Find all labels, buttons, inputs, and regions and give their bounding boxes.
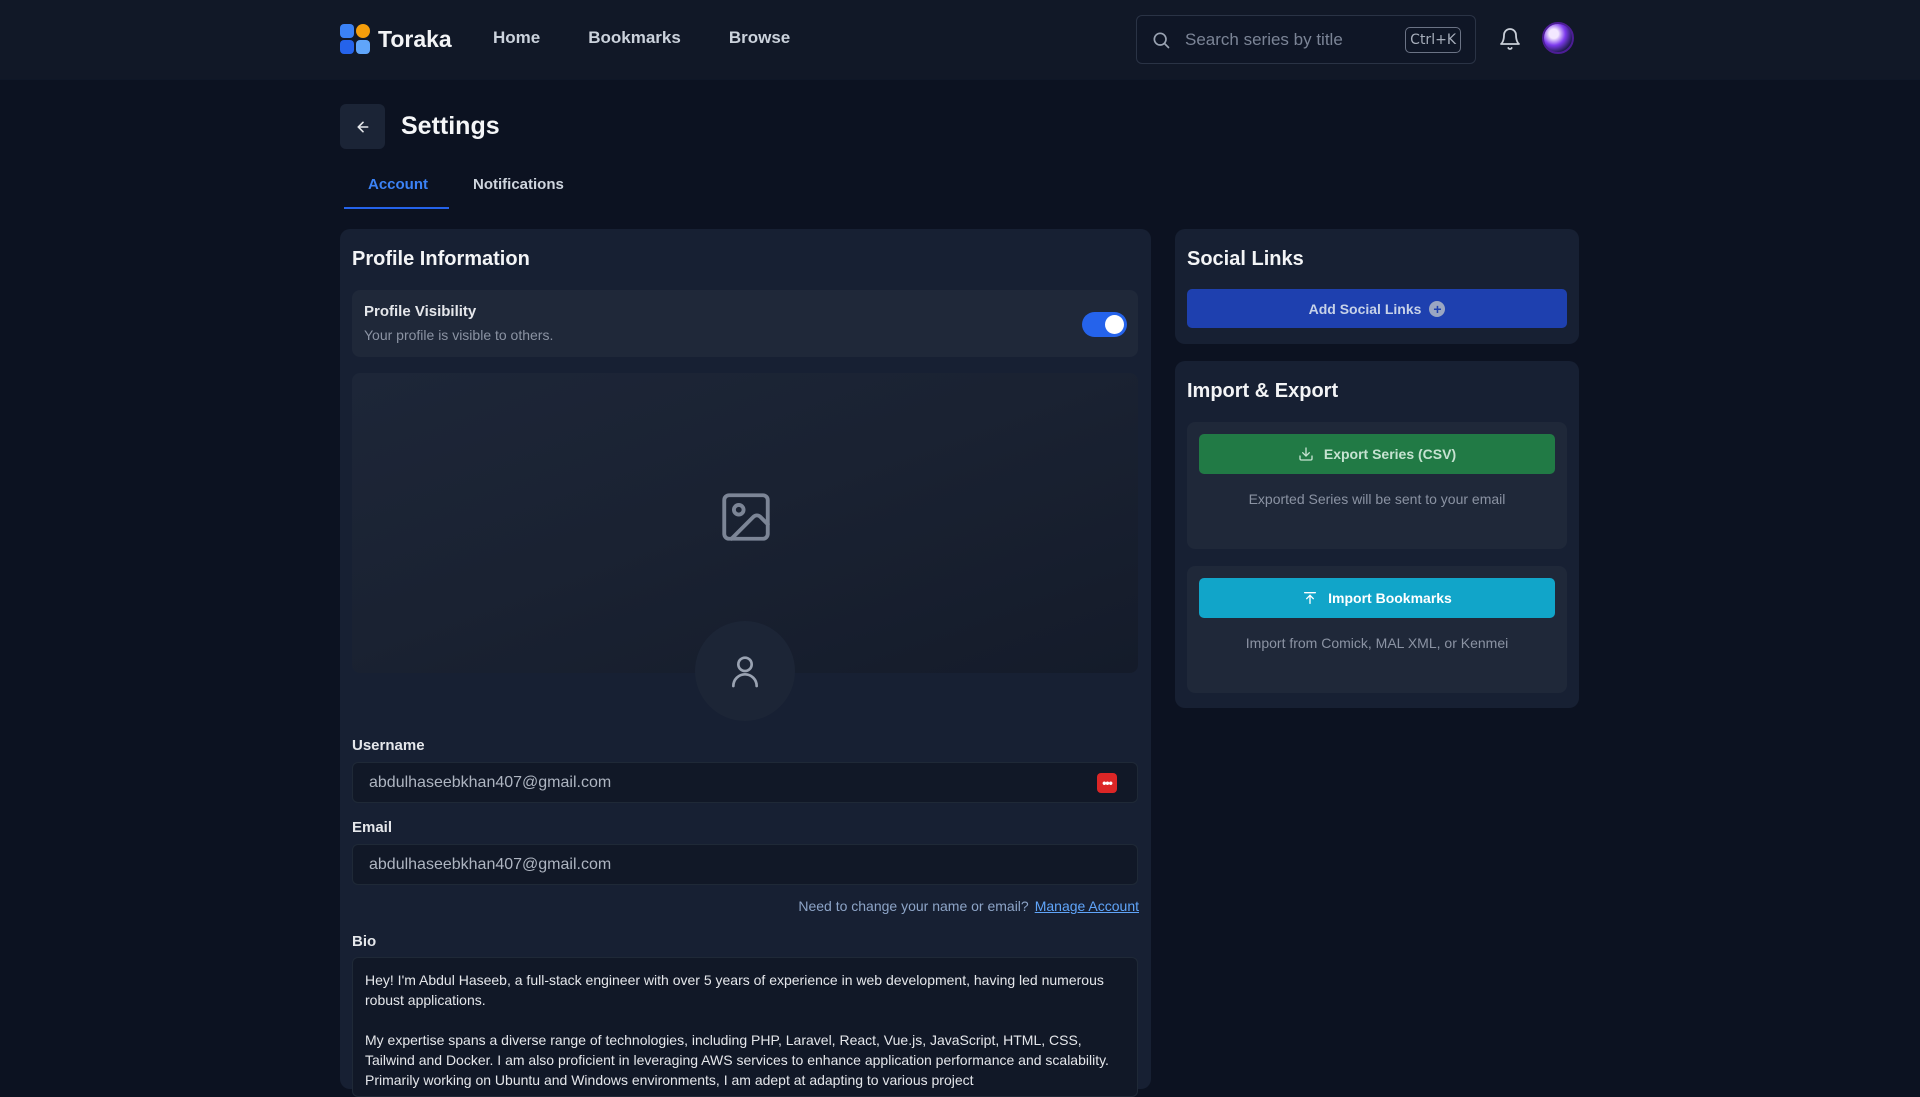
bio-label: Bio (352, 933, 377, 950)
export-label: Export Series (CSV) (1323, 446, 1457, 462)
top-navbar: Toraka Home Bookmarks Browse Search seri… (0, 0, 1920, 80)
image-icon (722, 493, 770, 541)
export-series-button[interactable]: Export Series (CSV) (1199, 434, 1555, 474)
active-tab-indicator (344, 207, 449, 209)
username-value: abdulhaseebkhan407@gmail.com (369, 773, 612, 791)
username-field[interactable]: abdulhaseebkhan407@gmail.com ••• (352, 762, 1138, 803)
page-title: Settings (401, 112, 500, 140)
help-text: Need to change your name or email? (798, 898, 1029, 914)
export-note: Exported Series will be sent to your ema… (1248, 491, 1506, 507)
password-manager-icon[interactable]: ••• (1097, 773, 1117, 793)
bio-paragraph: Hey! I'm Abdul Haseeb, a full-stack engi… (365, 972, 1104, 1008)
user-icon (732, 656, 758, 688)
nav-bookmarks[interactable]: Bookmarks (588, 28, 681, 48)
add-social-links-label: Add Social Links (1308, 300, 1422, 317)
social-links-card: Social Links Add Social Links + (1175, 229, 1579, 344)
search-icon (1153, 32, 1170, 48)
manage-account-hint: Need to change your name or email? Manage… (798, 898, 1139, 914)
social-card-title: Social Links (1187, 248, 1304, 270)
import-bookmarks-button[interactable]: Import Bookmarks (1199, 578, 1555, 618)
upload-icon (1304, 592, 1317, 604)
email-label: Email (352, 819, 393, 836)
arrow-left-icon (357, 121, 368, 132)
bio-paragraph: My expertise spans a diverse range of te… (365, 1032, 1109, 1088)
profile-card-title: Profile Information (352, 248, 530, 270)
manage-account-link[interactable]: Manage Account (1035, 898, 1139, 914)
nav-home[interactable]: Home (493, 28, 540, 48)
app-name: Toraka (378, 25, 452, 52)
download-icon (1299, 447, 1313, 461)
logo-icon (340, 24, 370, 54)
user-avatar[interactable] (1542, 22, 1574, 54)
profile-information-card: Profile Information Profile Visibility Y… (340, 229, 1151, 1097)
search-input[interactable]: Search series by title Ctrl+K (1136, 15, 1476, 64)
username-label: Username (352, 737, 425, 754)
add-social-links-button[interactable]: Add Social Links + (1187, 289, 1567, 328)
import-export-title: Import & Export (1187, 380, 1339, 402)
tab-notifications[interactable]: Notifications (473, 176, 564, 193)
import-label: Import Bookmarks (1328, 590, 1452, 606)
plus-circle-icon: + (1429, 300, 1446, 317)
search-shortcut-badge: Ctrl+K (1405, 26, 1461, 53)
profile-visibility-setting: Profile Visibility Your profile is visib… (352, 290, 1138, 357)
main-nav: Home Bookmarks Browse (493, 28, 790, 48)
settings-tabs: Account Notifications (344, 172, 1144, 210)
visibility-label: Profile Visibility (364, 303, 477, 320)
visibility-toggle[interactable] (1082, 312, 1127, 337)
tab-account[interactable]: Account (368, 176, 428, 193)
import-section: Import Bookmarks Import from Comick, MAL… (1187, 566, 1567, 693)
back-button[interactable] (340, 104, 385, 149)
bio-textarea[interactable]: Hey! I'm Abdul Haseeb, a full-stack engi… (352, 957, 1138, 1097)
import-export-card: Import & Export Export Series (CSV) Expo… (1175, 361, 1579, 708)
nav-browse[interactable]: Browse (729, 28, 790, 48)
profile-avatar[interactable] (695, 621, 795, 721)
search-placeholder: Search series by title (1185, 29, 1343, 49)
email-field[interactable]: abdulhaseebkhan407@gmail.com (352, 844, 1138, 885)
export-section: Export Series (CSV) Exported Series will… (1187, 422, 1567, 549)
import-note: Import from Comick, MAL XML, or Kenmei (1245, 635, 1509, 651)
bell-icon[interactable] (1498, 27, 1522, 51)
logo[interactable]: Toraka (340, 24, 452, 54)
email-value: abdulhaseebkhan407@gmail.com (369, 855, 612, 873)
visibility-description: Your profile is visible to others. (364, 327, 554, 343)
